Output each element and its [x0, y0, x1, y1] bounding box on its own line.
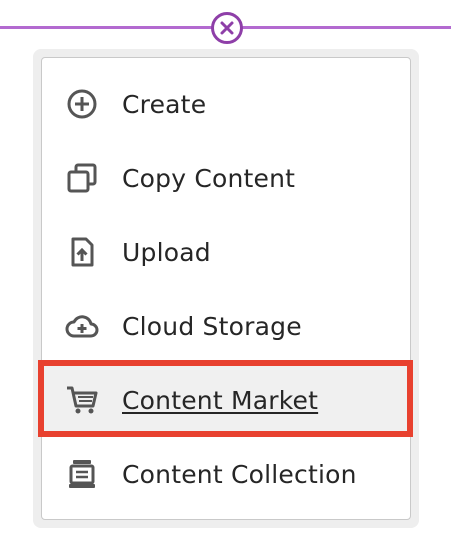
menu-item-label: Cloud Storage — [122, 311, 302, 341]
menu-item-create[interactable]: Create — [41, 67, 411, 141]
add-circle-icon — [65, 87, 99, 121]
menu-item-content-collection[interactable]: Content Collection — [41, 437, 411, 511]
cart-icon — [65, 383, 99, 417]
menu-item-label: Upload — [122, 237, 211, 267]
collection-icon — [65, 457, 99, 491]
cloud-add-icon — [65, 309, 99, 343]
menu-item-copy-content[interactable]: Copy Content — [41, 141, 411, 215]
menu-item-content-market[interactable]: Content Market — [41, 363, 411, 437]
copy-icon — [65, 161, 99, 195]
menu-item-label: Copy Content — [122, 163, 296, 193]
close-icon — [220, 21, 234, 35]
menu-item-upload[interactable]: Upload — [41, 215, 411, 289]
menu-item-cloud-storage[interactable]: Cloud Storage — [41, 289, 411, 363]
upload-file-icon — [65, 235, 99, 269]
menu-item-label: Create — [122, 89, 207, 119]
menu-item-label: Content Market — [122, 385, 319, 415]
close-circle-icon[interactable] — [211, 12, 243, 44]
menu-item-label: Content Collection — [122, 459, 357, 489]
